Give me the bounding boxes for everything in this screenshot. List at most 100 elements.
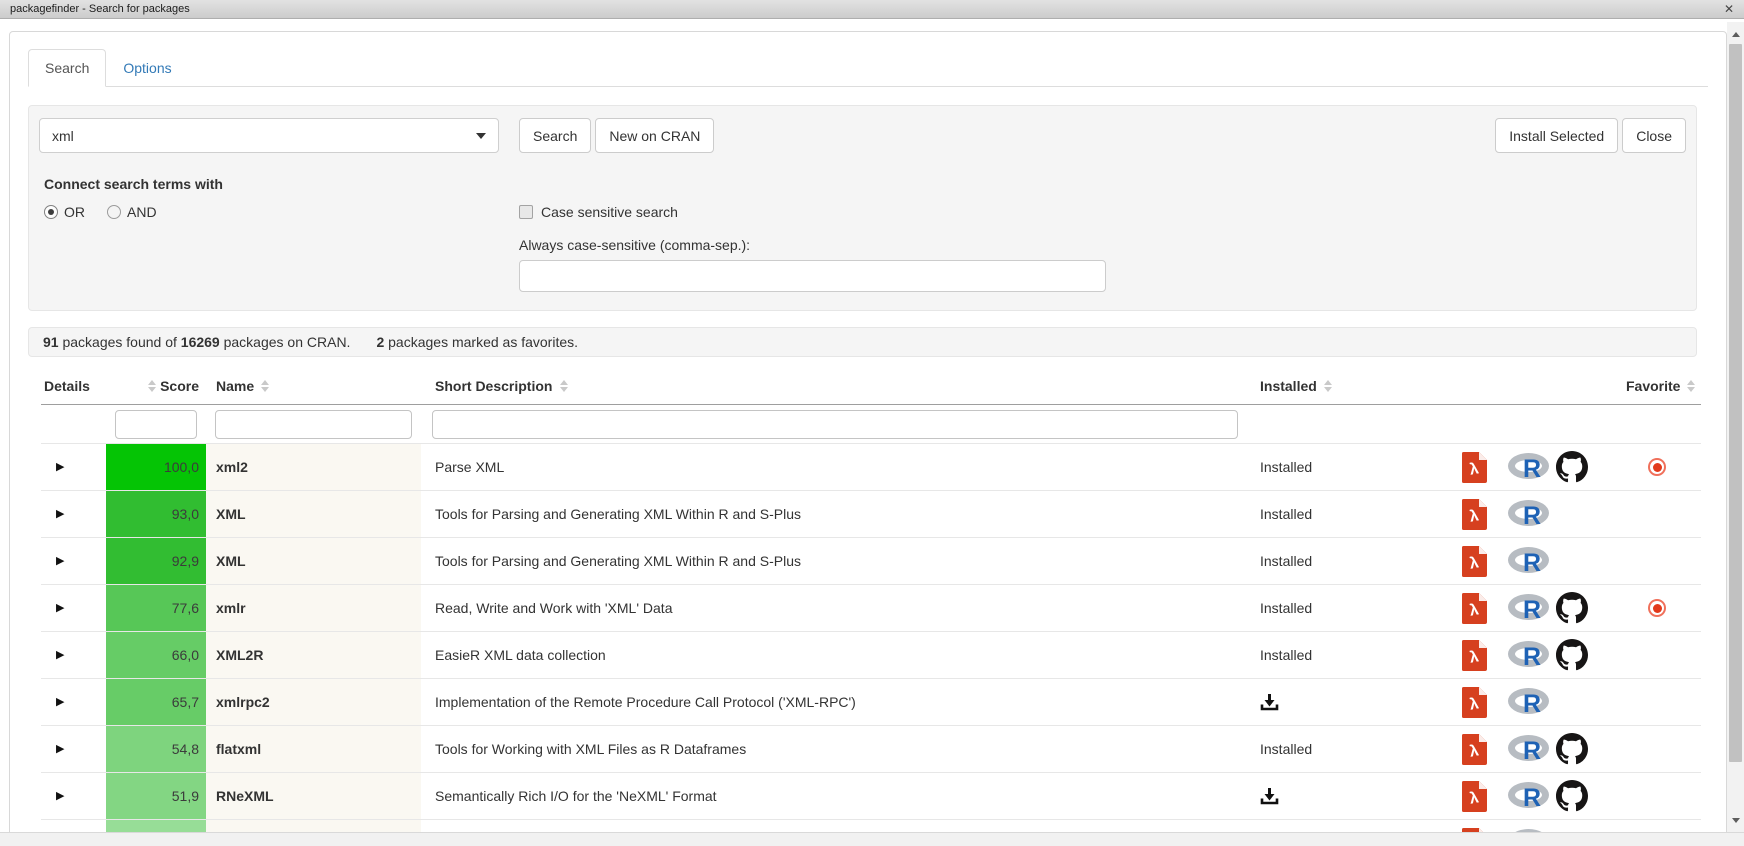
- col-header-name[interactable]: Name: [206, 376, 421, 396]
- results-table: Details Score Name Short Description: [41, 367, 1701, 832]
- pdf-manual-icon[interactable]: λ: [1462, 546, 1487, 577]
- package-description: Implementation of the Remote Procedure C…: [421, 679, 1249, 725]
- expand-row-icon[interactable]: ▶: [56, 744, 64, 755]
- window-titlebar[interactable]: packagefinder - Search for packages ✕: [0, 0, 1744, 19]
- vertical-scrollbar[interactable]: [1727, 22, 1744, 832]
- case-sensitive-option[interactable]: Case sensitive search: [519, 204, 1106, 220]
- package-name: xml2: [206, 444, 421, 490]
- radio-or-icon[interactable]: [44, 205, 58, 219]
- doc-links-cell: λ R: [1446, 820, 1613, 832]
- table-row[interactable]: ▶ 65,7 xmlrpc2 Implementation of the Rem…: [41, 678, 1701, 725]
- table-row[interactable]: ▶ 92,9 XML Tools for Parsing and Generat…: [41, 537, 1701, 584]
- sort-icon[interactable]: [148, 376, 156, 396]
- name-filter-input[interactable]: [215, 410, 412, 439]
- github-icon[interactable]: [1556, 733, 1588, 765]
- github-icon[interactable]: [1556, 780, 1588, 812]
- table-row[interactable]: ▶ 51,9 RNeXML Semantically Rich I/O for …: [41, 772, 1701, 819]
- package-description: EasieR XML data collection: [421, 632, 1249, 678]
- search-term-value: xml: [52, 128, 74, 144]
- vertical-scrollbar-thumb[interactable]: [1729, 44, 1742, 762]
- installed-cell: Installed: [1249, 632, 1446, 678]
- pdf-manual-icon[interactable]: λ: [1462, 687, 1487, 718]
- r-logo-icon[interactable]: R: [1507, 544, 1551, 578]
- search-button[interactable]: Search: [519, 118, 591, 153]
- sort-icon[interactable]: [261, 376, 269, 396]
- installed-cell: [1249, 679, 1446, 725]
- search-term-combobox[interactable]: xml: [39, 118, 499, 153]
- table-row[interactable]: ▶ 66,0 XML2R EasieR XML data collection …: [41, 631, 1701, 678]
- horizontal-scrollbar[interactable]: [0, 832, 1744, 846]
- package-name: flatxml: [206, 726, 421, 772]
- window-close-icon[interactable]: ✕: [1724, 2, 1734, 16]
- radio-or[interactable]: OR: [44, 204, 85, 220]
- col-header-details[interactable]: Details: [41, 378, 106, 394]
- pdf-manual-icon[interactable]: λ: [1462, 781, 1487, 812]
- package-description: Tools for Working with XML Files as R Da…: [421, 726, 1249, 772]
- download-icon: [1260, 693, 1279, 712]
- r-logo-icon[interactable]: R: [1507, 450, 1551, 484]
- radio-and[interactable]: AND: [107, 204, 157, 220]
- new-on-cran-button[interactable]: New on CRAN: [595, 118, 714, 153]
- expand-row-icon[interactable]: ▶: [56, 509, 64, 520]
- favorite-radio-selected[interactable]: [1648, 599, 1666, 617]
- doc-links-cell: λ R: [1446, 632, 1613, 678]
- score-cell: 100,0: [106, 444, 206, 490]
- github-icon[interactable]: [1556, 451, 1588, 483]
- tab-options[interactable]: Options: [106, 49, 188, 87]
- expand-row-icon[interactable]: ▶: [56, 650, 64, 661]
- favorite-radio-selected[interactable]: [1648, 458, 1666, 476]
- github-icon[interactable]: [1556, 592, 1588, 624]
- pdf-manual-icon[interactable]: λ: [1462, 593, 1487, 624]
- installed-cell: Installed: [1249, 726, 1446, 772]
- score-cell: 92,9: [106, 538, 206, 584]
- r-logo-icon[interactable]: R: [1507, 591, 1551, 625]
- col-header-installed[interactable]: Installed: [1249, 376, 1446, 396]
- r-logo-icon[interactable]: R: [1507, 497, 1551, 531]
- package-name: xmlrpc2: [206, 679, 421, 725]
- case-sensitive-checkbox[interactable]: [519, 205, 533, 219]
- score-filter-input[interactable]: [115, 410, 197, 439]
- table-row[interactable]: ▶ 100,0 xml2 Parse XML Installed λ R: [41, 443, 1701, 490]
- sort-icon[interactable]: [560, 376, 568, 396]
- pdf-manual-icon[interactable]: λ: [1462, 499, 1487, 530]
- r-logo-icon[interactable]: R: [1507, 732, 1551, 766]
- col-header-description-label: Short Description: [435, 378, 552, 394]
- table-row[interactable]: ▶ 77,6 xmlr Read, Write and Work with 'X…: [41, 584, 1701, 631]
- table-row[interactable]: ▶ 93,0 XML Tools for Parsing and Generat…: [41, 490, 1701, 537]
- doc-links-cell: λ R: [1446, 726, 1613, 772]
- expand-row-icon[interactable]: ▶: [56, 697, 64, 708]
- r-logo-icon[interactable]: R: [1507, 638, 1551, 672]
- pdf-manual-icon[interactable]: λ: [1462, 452, 1487, 483]
- tab-search[interactable]: Search: [28, 49, 106, 87]
- close-button[interactable]: Close: [1622, 118, 1686, 153]
- scroll-up-icon[interactable]: [1727, 24, 1744, 40]
- expand-row-icon[interactable]: ▶: [56, 791, 64, 802]
- sort-icon[interactable]: [1324, 376, 1332, 396]
- description-filter-input[interactable]: [432, 410, 1238, 439]
- always-case-input[interactable]: [519, 260, 1106, 292]
- favorite-cell: [1613, 491, 1701, 537]
- col-header-favorite[interactable]: Favorite: [1613, 376, 1701, 396]
- sort-icon[interactable]: [1687, 376, 1695, 396]
- r-logo-icon[interactable]: R: [1507, 685, 1551, 719]
- expand-row-icon[interactable]: ▶: [56, 556, 64, 567]
- expand-row-icon[interactable]: ▶: [56, 603, 64, 614]
- installed-cell: [1249, 773, 1446, 819]
- score-cell: 45,4: [106, 820, 206, 832]
- r-logo-icon[interactable]: R: [1507, 779, 1551, 813]
- pdf-manual-icon[interactable]: λ: [1462, 640, 1487, 671]
- combobox-caret-icon: [476, 133, 486, 144]
- table-row[interactable]: ▶ 45,4 rapidxmlr 'Rapidxml' C++ Header F…: [41, 819, 1701, 832]
- table-row[interactable]: ▶ 54,8 flatxml Tools for Working with XM…: [41, 725, 1701, 772]
- col-header-description[interactable]: Short Description: [421, 376, 1249, 396]
- col-header-score[interactable]: Score: [106, 376, 206, 396]
- package-name: RNeXML: [206, 773, 421, 819]
- pdf-manual-icon[interactable]: λ: [1462, 734, 1487, 765]
- doc-links-cell: λ R: [1446, 773, 1613, 819]
- install-selected-button[interactable]: Install Selected: [1495, 118, 1618, 153]
- expand-row-icon[interactable]: ▶: [56, 462, 64, 473]
- radio-and-icon[interactable]: [107, 205, 121, 219]
- package-name: XML: [206, 491, 421, 537]
- scroll-down-icon[interactable]: [1727, 814, 1744, 830]
- github-icon[interactable]: [1556, 639, 1588, 671]
